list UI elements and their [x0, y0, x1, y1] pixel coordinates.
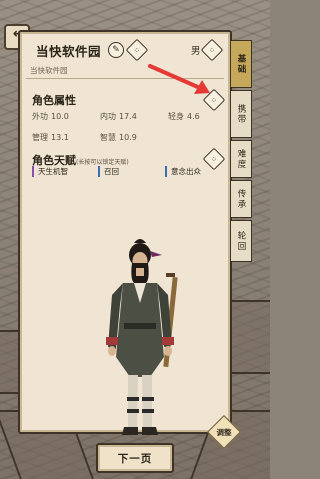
edit-name-icon[interactable]: ✎ [108, 42, 124, 58]
stat-guanli: 管理 13.1 [32, 133, 69, 142]
attributes-title: 角色属性 [32, 94, 76, 107]
talent-item[interactable]: 召回 [98, 166, 119, 177]
stat-qingshen: 轻身 4.6 [168, 112, 200, 121]
tab-difficulty[interactable]: 难度 [230, 140, 252, 178]
character-subname: 当快软件园 [30, 66, 68, 75]
stat-waigong: 外功 10.0 [32, 112, 69, 121]
red-arrow-icon [148, 64, 210, 94]
next-page-button[interactable]: 下一页 [96, 443, 174, 473]
tab-carry[interactable]: 携带 [230, 90, 252, 138]
talent-item[interactable]: 天生机智 [32, 166, 68, 177]
talents-tip: (长按可以锁定天赋) [76, 159, 129, 166]
stat-neigong: 内功 17.4 [100, 112, 137, 121]
tab-inheritance[interactable]: 传承 [230, 180, 252, 218]
panel-header: 当快软件园 ✎ ⁘ 男 ⁘ [20, 32, 230, 62]
random-gender-dice-icon[interactable]: ⁘ [200, 38, 224, 62]
character-name: 当快软件园 [36, 44, 102, 59]
tab-basic[interactable]: 基础 [230, 40, 252, 88]
character-portrait [106, 239, 178, 435]
gender-label: 男 [191, 46, 201, 57]
random-talents-dice-icon[interactable]: ⁘ [202, 147, 226, 171]
random-name-dice-icon[interactable]: ⁘ [125, 38, 149, 62]
tab-reincarnation[interactable]: 轮回 [230, 220, 252, 262]
stat-zhihui: 智慧 10.9 [100, 133, 137, 142]
talent-item[interactable]: 意念出众 [165, 166, 201, 177]
